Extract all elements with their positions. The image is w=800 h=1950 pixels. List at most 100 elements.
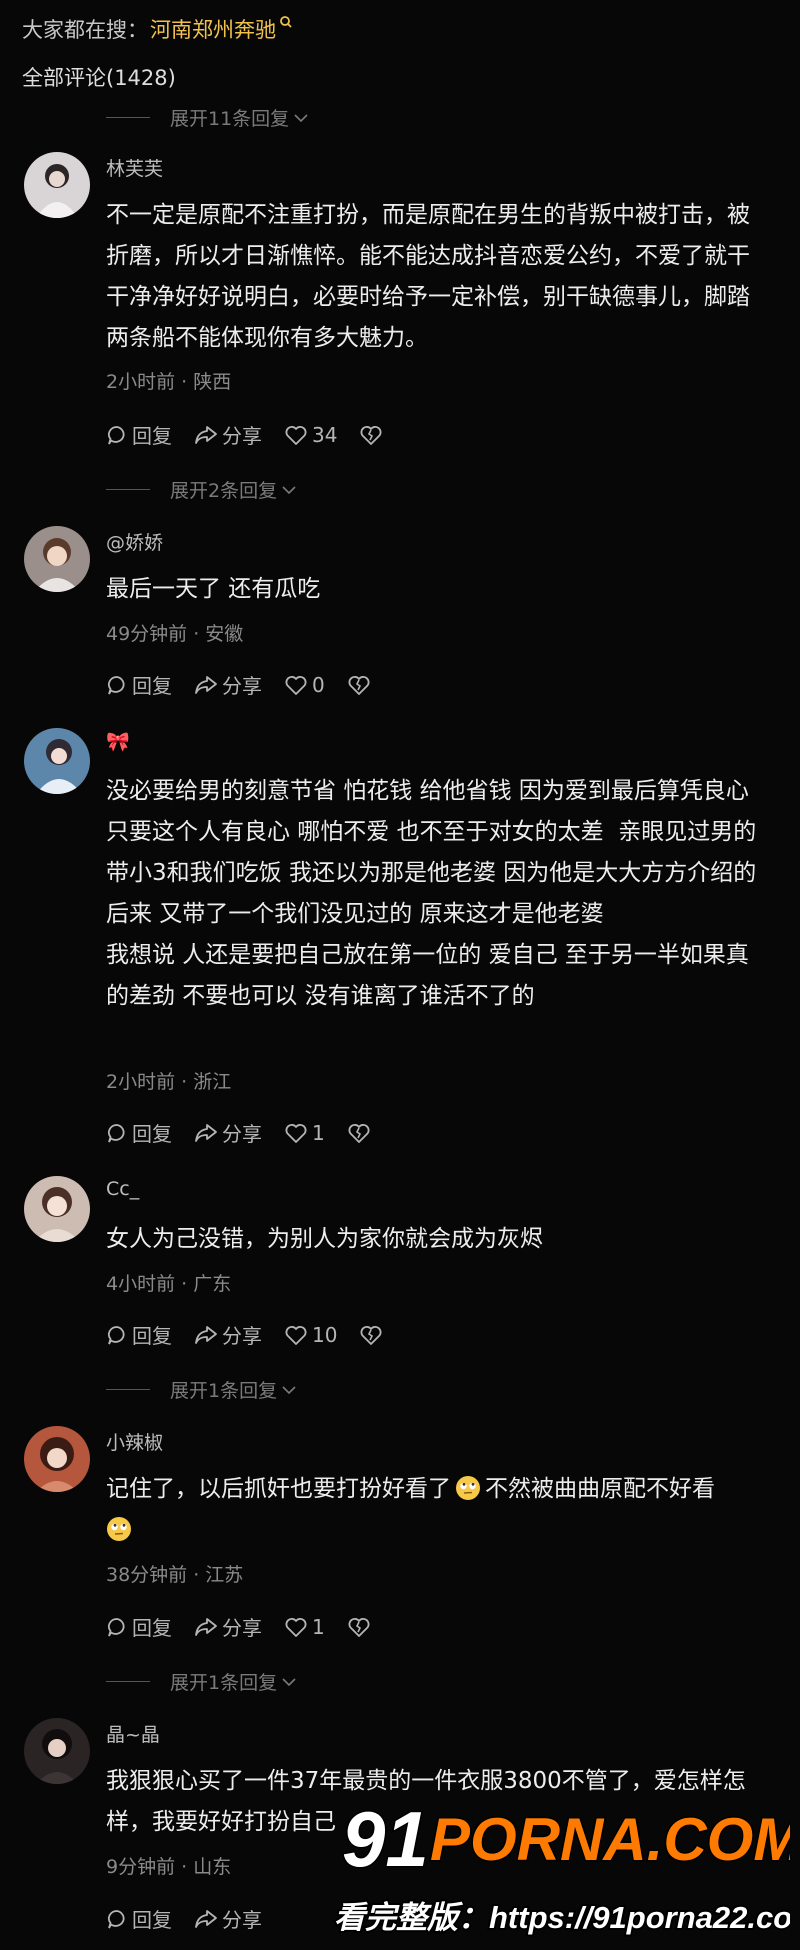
avatar[interactable] — [24, 1718, 90, 1784]
chevron-down-icon — [282, 1677, 296, 1686]
comment-meta: 49分钟前 · 安徽 — [106, 623, 244, 645]
comment-meta: 4小时前 · 广东 — [106, 1273, 232, 1295]
expand-replies-button[interactable]: 展开1条回复 — [106, 1668, 297, 1695]
divider — [106, 489, 150, 490]
expand-replies-button[interactable]: 展开2条回复 — [106, 476, 297, 503]
expand-replies-button[interactable]: 展开11条回复 — [106, 104, 309, 131]
expand-replies-label: 展开11条回复 — [170, 108, 290, 130]
comment-actions: 回复 分享 0 — [106, 670, 397, 699]
rolling-eyes-emoji-icon — [456, 1476, 480, 1500]
share-button[interactable]: 分享 — [194, 1904, 262, 1933]
heart-icon — [285, 1617, 307, 1637]
like-button[interactable]: 0 — [284, 673, 325, 697]
comment-username[interactable]: 林芙芙 — [106, 154, 163, 181]
comment-count: 全部评论(1428) — [22, 66, 176, 90]
comment-meta: 9分钟前 · 山东 — [106, 1856, 232, 1878]
reply-button[interactable]: 回复 — [106, 1118, 172, 1147]
comment-actions: 回复 分享 34 — [106, 420, 409, 449]
comment-actions: 回复 分享 10 — [106, 1320, 409, 1349]
share-arrow-icon — [195, 1123, 217, 1142]
like-button[interactable]: 34 — [284, 423, 337, 447]
comment-username[interactable]: 🎀 — [106, 730, 130, 753]
search-suggestion-link[interactable]: 河南郑州奔驰 — [150, 14, 293, 44]
reply-button[interactable]: 回复 — [106, 1320, 172, 1349]
comment-text: 女人为己没错，为别人为家你就会成为灰烬 — [106, 1226, 543, 1252]
share-arrow-icon — [195, 675, 217, 694]
comment-bubble-icon — [108, 1123, 125, 1142]
share-button[interactable]: 分享 — [194, 1612, 262, 1641]
expand-replies-label: 展开1条回复 — [170, 1672, 278, 1694]
comments-page: 大家都在搜： 河南郑州奔驰 全部评论(1428) 展开11条回复 林芙芙 不一定… — [0, 0, 800, 1950]
comment-username[interactable]: @娇娇 — [106, 528, 163, 555]
like-count: 34 — [312, 422, 338, 447]
search-term: 河南郑州奔驰 — [150, 18, 276, 42]
heart-icon — [285, 1325, 307, 1345]
comment-text: 记住了，以后抓奸也要打扮好看了 不然被曲曲原配不好看 — [106, 1469, 766, 1551]
site-watermark-logo: 91 PORNA.COM 看完整版：https://91porna22.com — [332, 1794, 790, 1938]
search-icon — [280, 16, 292, 28]
reply-button[interactable]: 回复 — [106, 670, 172, 699]
rolling-eyes-emoji-icon — [107, 1517, 131, 1541]
broken-heart-icon — [348, 1617, 370, 1637]
like-button[interactable]: 1 — [284, 1121, 325, 1145]
share-label: 分享 — [222, 424, 262, 448]
share-arrow-icon — [195, 425, 217, 444]
share-button[interactable]: 分享 — [194, 420, 262, 449]
reply-label: 回复 — [132, 424, 172, 448]
like-count: 0 — [312, 672, 325, 697]
comment-actions: 回复 分享 — [106, 1904, 284, 1933]
dislike-button[interactable] — [347, 674, 375, 696]
share-label: 分享 — [222, 674, 262, 698]
reply-label: 回复 — [132, 1908, 172, 1932]
avatar[interactable] — [24, 1176, 90, 1242]
dislike-button[interactable] — [347, 1122, 375, 1144]
share-button[interactable]: 分享 — [194, 670, 262, 699]
comment-meta: 2小时前 · 陕西 — [106, 371, 232, 393]
chevron-down-icon — [282, 485, 296, 494]
comment-bubble-icon — [108, 1325, 125, 1344]
comment-username[interactable]: 小辣椒 — [106, 1428, 163, 1455]
dislike-button[interactable] — [359, 1324, 387, 1346]
divider — [106, 1389, 150, 1390]
comment-meta: 38分钟前 · 江苏 — [106, 1564, 244, 1586]
comment-text: 不一定是原配不注重打扮，而是原配在男生的背叛中被打击，被折磨，所以才日渐憔悴。能… — [106, 202, 750, 351]
dislike-button[interactable] — [359, 424, 387, 446]
watermark-url: 看完整版：https://91porna22.com — [334, 1900, 790, 1935]
share-label: 分享 — [222, 1908, 262, 1932]
share-arrow-icon — [195, 1909, 217, 1928]
comment-text: 没必要给男的刻意节省 怕花钱 给他省钱 因为爱到最后算凭良心 只要这个人有良心 … — [106, 778, 757, 1009]
avatar[interactable] — [24, 526, 90, 592]
reply-button[interactable]: 回复 — [106, 1612, 172, 1641]
heart-icon — [285, 1123, 307, 1143]
heart-icon — [285, 425, 307, 445]
watermark-number: 91 — [342, 1795, 429, 1883]
reply-button[interactable]: 回复 — [106, 1904, 172, 1933]
comment-bubble-icon — [108, 675, 125, 694]
like-button[interactable]: 10 — [284, 1323, 337, 1347]
comment-username[interactable]: 晶~晶 — [106, 1720, 160, 1747]
reply-label: 回复 — [132, 1616, 172, 1640]
avatar[interactable] — [24, 152, 90, 218]
expand-replies-button[interactable]: 展开1条回复 — [106, 1376, 297, 1403]
reply-label: 回复 — [132, 1122, 172, 1146]
share-button[interactable]: 分享 — [194, 1320, 262, 1349]
avatar[interactable] — [24, 728, 90, 794]
dislike-button[interactable] — [347, 1616, 375, 1638]
like-button[interactable]: 1 — [284, 1615, 325, 1639]
comment-username[interactable]: Cc_ — [106, 1178, 139, 1200]
comment-bubble-icon — [108, 425, 125, 444]
expand-replies-label: 展开1条回复 — [170, 1380, 278, 1402]
comment-text-part: 不然被曲曲原配不好看 — [485, 1476, 715, 1502]
reply-button[interactable]: 回复 — [106, 420, 172, 449]
reply-label: 回复 — [132, 674, 172, 698]
avatar[interactable] — [24, 1426, 90, 1492]
comment-meta: 2小时前 · 浙江 — [106, 1071, 232, 1093]
comment-bubble-icon — [108, 1617, 125, 1636]
watermark-brand: PORNA.COM — [430, 1806, 790, 1873]
chevron-down-icon — [294, 113, 308, 122]
comment-actions: 回复 分享 1 — [106, 1612, 397, 1641]
comment-bubble-icon — [108, 1909, 125, 1928]
share-button[interactable]: 分享 — [194, 1118, 262, 1147]
share-arrow-icon — [195, 1325, 217, 1344]
expand-replies-label: 展开2条回复 — [170, 480, 278, 502]
